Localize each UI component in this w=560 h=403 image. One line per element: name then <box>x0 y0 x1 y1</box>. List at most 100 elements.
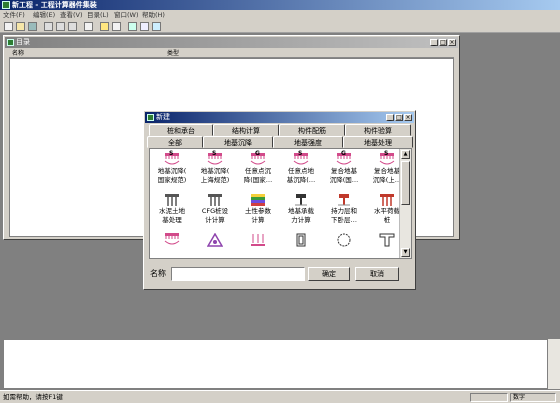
maximize-button[interactable]: □ <box>439 39 447 46</box>
template-item[interactable] <box>236 231 280 258</box>
label-line-1: 复合地基 <box>331 167 357 175</box>
pile-icon <box>164 193 180 207</box>
label-line-2: 计计算 <box>205 216 225 224</box>
template-item[interactable] <box>322 231 366 258</box>
output-pane[interactable] <box>3 339 548 389</box>
menu-catalog[interactable]: 目录(L) <box>87 10 109 20</box>
close-button[interactable]: × <box>448 39 456 46</box>
template-item-label: 土性参数 计算 <box>236 207 280 225</box>
template-item-label: CFG桩设 计计算 <box>193 207 237 225</box>
dialog-maximize-button[interactable]: □ <box>395 114 403 121</box>
label-line-1: CFG桩设 <box>201 207 229 215</box>
template-item[interactable]: G 任意点沉 降(国家… <box>236 150 280 189</box>
icon-letter: S <box>298 150 303 157</box>
grid-scrollbar[interactable]: ▲ ▼ <box>399 149 411 258</box>
tab-treatment[interactable]: 地基处理 <box>343 136 413 148</box>
print-icon[interactable] <box>84 22 93 31</box>
template-item[interactable]: S 地基沉降(上海规范) <box>193 150 237 189</box>
output-scrollbar[interactable] <box>548 339 560 389</box>
template-item[interactable]: 持力层和 下卧层… <box>322 191 366 229</box>
dialog-minimize-button[interactable]: _ <box>386 114 394 121</box>
tab-settlement[interactable]: 地基沉降 <box>203 136 273 148</box>
minimize-button[interactable]: _ <box>430 39 438 46</box>
menu-help[interactable]: 帮助(H) <box>142 10 165 20</box>
calc-icon[interactable] <box>128 22 137 31</box>
tab-row-front: 全部 地基沉降 地基强度 地基处理 <box>147 136 413 148</box>
settlement-icon: G <box>250 150 266 167</box>
app-title: 新工程 - 工程计算器件集装 <box>12 1 97 9</box>
tab-pile-cap[interactable]: 桩和承台 <box>149 124 213 136</box>
menu-window[interactable]: 窗口(W) <box>114 10 139 20</box>
label-line-1: 地基沉降( <box>157 167 187 175</box>
scroll-thumb[interactable] <box>401 161 410 205</box>
column-type[interactable]: 类型 <box>167 49 179 58</box>
paste-icon[interactable] <box>68 22 77 31</box>
catalog-window-icon <box>7 39 14 46</box>
ok-button[interactable]: 确定 <box>308 267 350 281</box>
dialog-window-icon <box>147 114 154 121</box>
new-icon[interactable] <box>4 22 13 31</box>
soil-layers-icon <box>250 193 266 207</box>
template-item-label: 水泥土地 基处理 <box>150 207 194 225</box>
t-beam-icon <box>379 233 395 247</box>
label-line-1: 持力层和 <box>331 207 357 215</box>
menu-file[interactable]: 文件(F) <box>3 10 25 20</box>
tab-reinforcement[interactable]: 构件配筋 <box>279 124 345 136</box>
column-name[interactable]: 名称 <box>12 49 24 58</box>
tab-member-check[interactable]: 构件验算 <box>345 124 411 136</box>
dialog-close-button[interactable]: × <box>404 114 412 121</box>
label-line-2: 计算 <box>251 216 265 224</box>
tab-all[interactable]: 全部 <box>147 136 203 148</box>
context-help-icon[interactable] <box>112 22 121 31</box>
tab-structure-calc[interactable]: 结构计算 <box>213 124 279 136</box>
name-input[interactable] <box>171 267 305 281</box>
template-item[interactable] <box>279 231 323 258</box>
icon-letter: G <box>255 150 260 157</box>
template-item-label: 复合地基 沉降(国… <box>322 167 366 185</box>
cut-icon[interactable] <box>44 22 53 31</box>
toolbar <box>0 20 560 33</box>
copy-icon[interactable] <box>56 22 65 31</box>
template-item[interactable]: 土性参数 计算 <box>236 191 280 229</box>
cancel-button[interactable]: 取消 <box>355 267 399 281</box>
chart-icon[interactable] <box>152 22 161 31</box>
menu-view[interactable]: 查看(V) <box>60 10 83 20</box>
label-line-2: 基沉降(… <box>286 176 316 184</box>
label-line-2: 力计算 <box>291 216 311 224</box>
bearing-icon <box>336 193 352 207</box>
scroll-down-icon[interactable]: ▼ <box>401 248 410 257</box>
status-num: 数字 <box>510 393 556 402</box>
template-item-label: 地基承载 力计算 <box>279 207 323 225</box>
label-line-1: 水泥土地 <box>159 207 185 215</box>
table-icon[interactable] <box>140 22 149 31</box>
template-item-label: 持力层和 下卧层… <box>322 207 366 225</box>
template-item[interactable] <box>150 231 194 258</box>
tab-bearing[interactable]: 地基强度 <box>273 136 343 148</box>
template-item[interactable]: S 任意点地 基沉降(… <box>279 150 323 189</box>
menu-edit[interactable]: 编辑(E) <box>33 10 55 20</box>
circle-section-icon <box>336 233 352 247</box>
name-label: 名称 <box>150 269 166 278</box>
template-item[interactable] <box>193 231 237 258</box>
tab-row-back: 桩和承台 结构计算 构件配筋 构件验算 <box>147 124 413 136</box>
status-panel-1 <box>470 393 508 402</box>
catalog-title: 目录 <box>16 38 30 46</box>
template-item[interactable]: 水泥土地 基处理 <box>150 191 194 229</box>
status-bar: 如需帮助，请按F1键 数字 <box>0 390 560 403</box>
open-icon[interactable] <box>16 22 25 31</box>
icon-letter: S <box>169 150 174 157</box>
template-item[interactable]: G 复合地基 沉降(国… <box>322 150 366 189</box>
template-item[interactable]: CFG桩设 计计算 <box>193 191 237 229</box>
template-grid[interactable]: S 地基沉降(国家规范) S 地基沉降(上海规范) G 任意点沉 降(国家… S 任意点地 基沉降… <box>149 148 412 259</box>
icon-letter: S <box>384 150 389 157</box>
pile-icon <box>207 193 223 207</box>
save-icon[interactable] <box>28 22 37 31</box>
settlement-icon: S <box>207 150 223 167</box>
template-item[interactable]: S 地基沉降(国家规范) <box>150 150 194 189</box>
template-item[interactable]: 地基承载 力计算 <box>279 191 323 229</box>
help-icon[interactable] <box>100 22 109 31</box>
menu-bar: 文件(F) 编辑(E) 查看(V) 目录(L) 窗口(W) 帮助(H) <box>0 10 560 20</box>
settlement-icon: G <box>336 150 352 167</box>
scroll-up-icon[interactable]: ▲ <box>401 150 410 159</box>
settlement-icon: S <box>164 150 180 167</box>
